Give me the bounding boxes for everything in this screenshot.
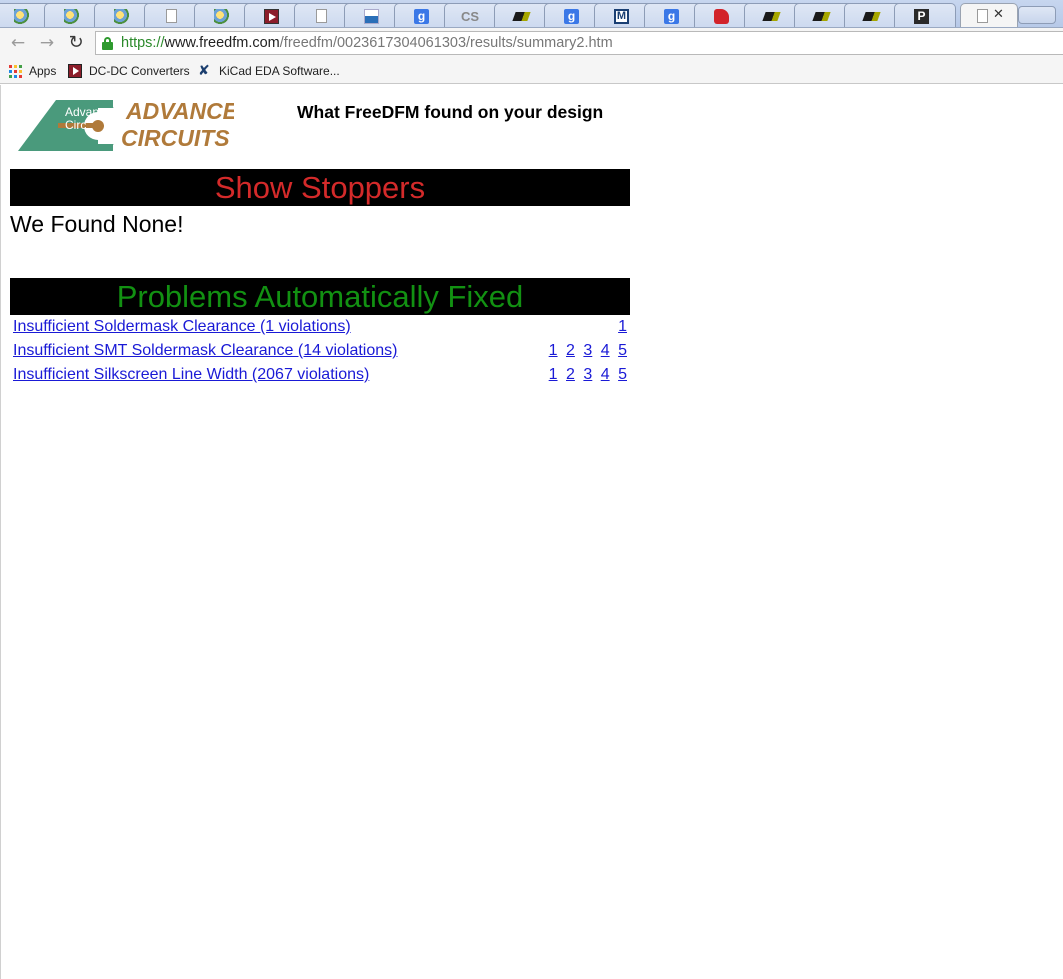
p-logo-icon — [512, 12, 531, 21]
google-icon: g — [564, 9, 579, 24]
page-link[interactable]: 3 — [583, 342, 592, 359]
forward-arrow-icon[interactable]: → — [37, 33, 57, 53]
page-link[interactable]: 3 — [583, 366, 592, 383]
p-logo-icon — [812, 12, 831, 21]
page-link[interactable]: 2 — [566, 342, 575, 359]
url-scheme: https:// — [121, 35, 165, 51]
page-link[interactable]: 4 — [601, 366, 610, 383]
google-icon: g — [664, 9, 679, 24]
document-icon — [166, 9, 177, 23]
back-arrow-icon[interactable]: ← — [8, 33, 28, 53]
red-arrow-icon — [264, 9, 279, 24]
page-links: 1 — [614, 317, 627, 337]
close-tab-icon[interactable]: ✕ — [993, 7, 1004, 22]
logo-wordmark-bottom: CIRCUITS — [121, 125, 230, 151]
url-path: /freedfm/0023617304061303/results/summar… — [279, 35, 613, 51]
logo-wordmark-top: ADVANCED — [125, 98, 234, 124]
page-link[interactable]: 1 — [549, 342, 558, 359]
show-stoppers-message: We Found None! — [10, 211, 184, 237]
red-plug-icon — [714, 9, 729, 24]
page-title: What FreeDFM found on your design — [297, 102, 604, 122]
tab-active[interactable]: ✕ — [960, 3, 1018, 27]
leaf-icon — [14, 9, 29, 24]
navigation-toolbar: ← → ↻ https://www.freedfm.com/freedfm/00… — [0, 28, 1063, 58]
lock-icon — [102, 37, 113, 50]
logo-alt-text: Advanced Circ — [65, 105, 119, 132]
vishay-icon — [364, 9, 379, 24]
new-tab-button[interactable] — [1018, 6, 1056, 24]
page-links: 1 2 3 4 5 — [545, 365, 627, 385]
advanced-circuits-logo: ADVANCED CIRCUITS Advanced Circ — [18, 94, 255, 154]
page-link[interactable]: 4 — [601, 342, 610, 359]
dcdc-icon — [68, 64, 82, 78]
problem-link[interactable]: Insufficient Silkscreen Line Width (2067… — [13, 365, 369, 385]
leaf-icon — [114, 9, 129, 24]
kicad-icon: ✘ — [198, 63, 210, 79]
bookmarks-bar: Apps DC-DC Converters ✘ KiCad EDA Softwa… — [0, 58, 1063, 84]
page-link[interactable]: 1 — [549, 366, 558, 383]
p-logo-icon — [862, 12, 881, 21]
problem-link[interactable]: Insufficient Soldermask Clearance (1 vio… — [13, 317, 351, 337]
auto-fixed-heading: Problems Automatically Fixed — [10, 278, 630, 315]
logo-graphic: ADVANCED CIRCUITS — [18, 98, 255, 151]
problem-row: Insufficient SMT Soldermask Clearance (1… — [13, 341, 627, 361]
p-logo-icon — [762, 12, 781, 21]
apps-grid-icon — [8, 64, 22, 78]
bookmark-label: KiCad EDA Software... — [219, 64, 340, 78]
p-dark-icon: P — [914, 9, 929, 24]
leaf-icon — [214, 9, 229, 24]
reload-icon[interactable]: ↻ — [66, 33, 86, 53]
cs-icon: CS — [461, 9, 480, 24]
problem-link[interactable]: Insufficient SMT Soldermask Clearance (1… — [13, 341, 397, 361]
show-stoppers-heading: Show Stoppers — [10, 169, 630, 206]
bookmark-label: Apps — [29, 64, 57, 78]
page-content: ADVANCED CIRCUITS Advanced Circ What Fre… — [0, 85, 1063, 979]
tab-strip: g CS g M g P ✕ — [0, 0, 1063, 28]
leaf-icon — [64, 9, 79, 24]
page-link[interactable]: 2 — [566, 366, 575, 383]
google-icon: g — [414, 9, 429, 24]
m-logo-icon: M — [614, 9, 629, 24]
page-link[interactable]: 1 — [618, 318, 627, 335]
tab-19[interactable]: P — [894, 3, 956, 27]
bookmark-label: DC-DC Converters — [89, 64, 190, 78]
page-links: 1 2 3 4 5 — [545, 341, 627, 361]
problem-row: Insufficient Soldermask Clearance (1 vio… — [13, 317, 627, 337]
page-link[interactable]: 5 — [618, 366, 627, 383]
page-link[interactable]: 5 — [618, 342, 627, 359]
problem-row: Insufficient Silkscreen Line Width (2067… — [13, 365, 627, 385]
url-text[interactable]: https://www.freedfm.com/freedfm/00236173… — [121, 35, 613, 51]
document-icon — [977, 9, 988, 23]
url-host: www.freedfm.com — [164, 35, 280, 51]
address-bar[interactable]: https://www.freedfm.com/freedfm/00236173… — [95, 31, 1063, 55]
document-icon — [316, 9, 327, 23]
